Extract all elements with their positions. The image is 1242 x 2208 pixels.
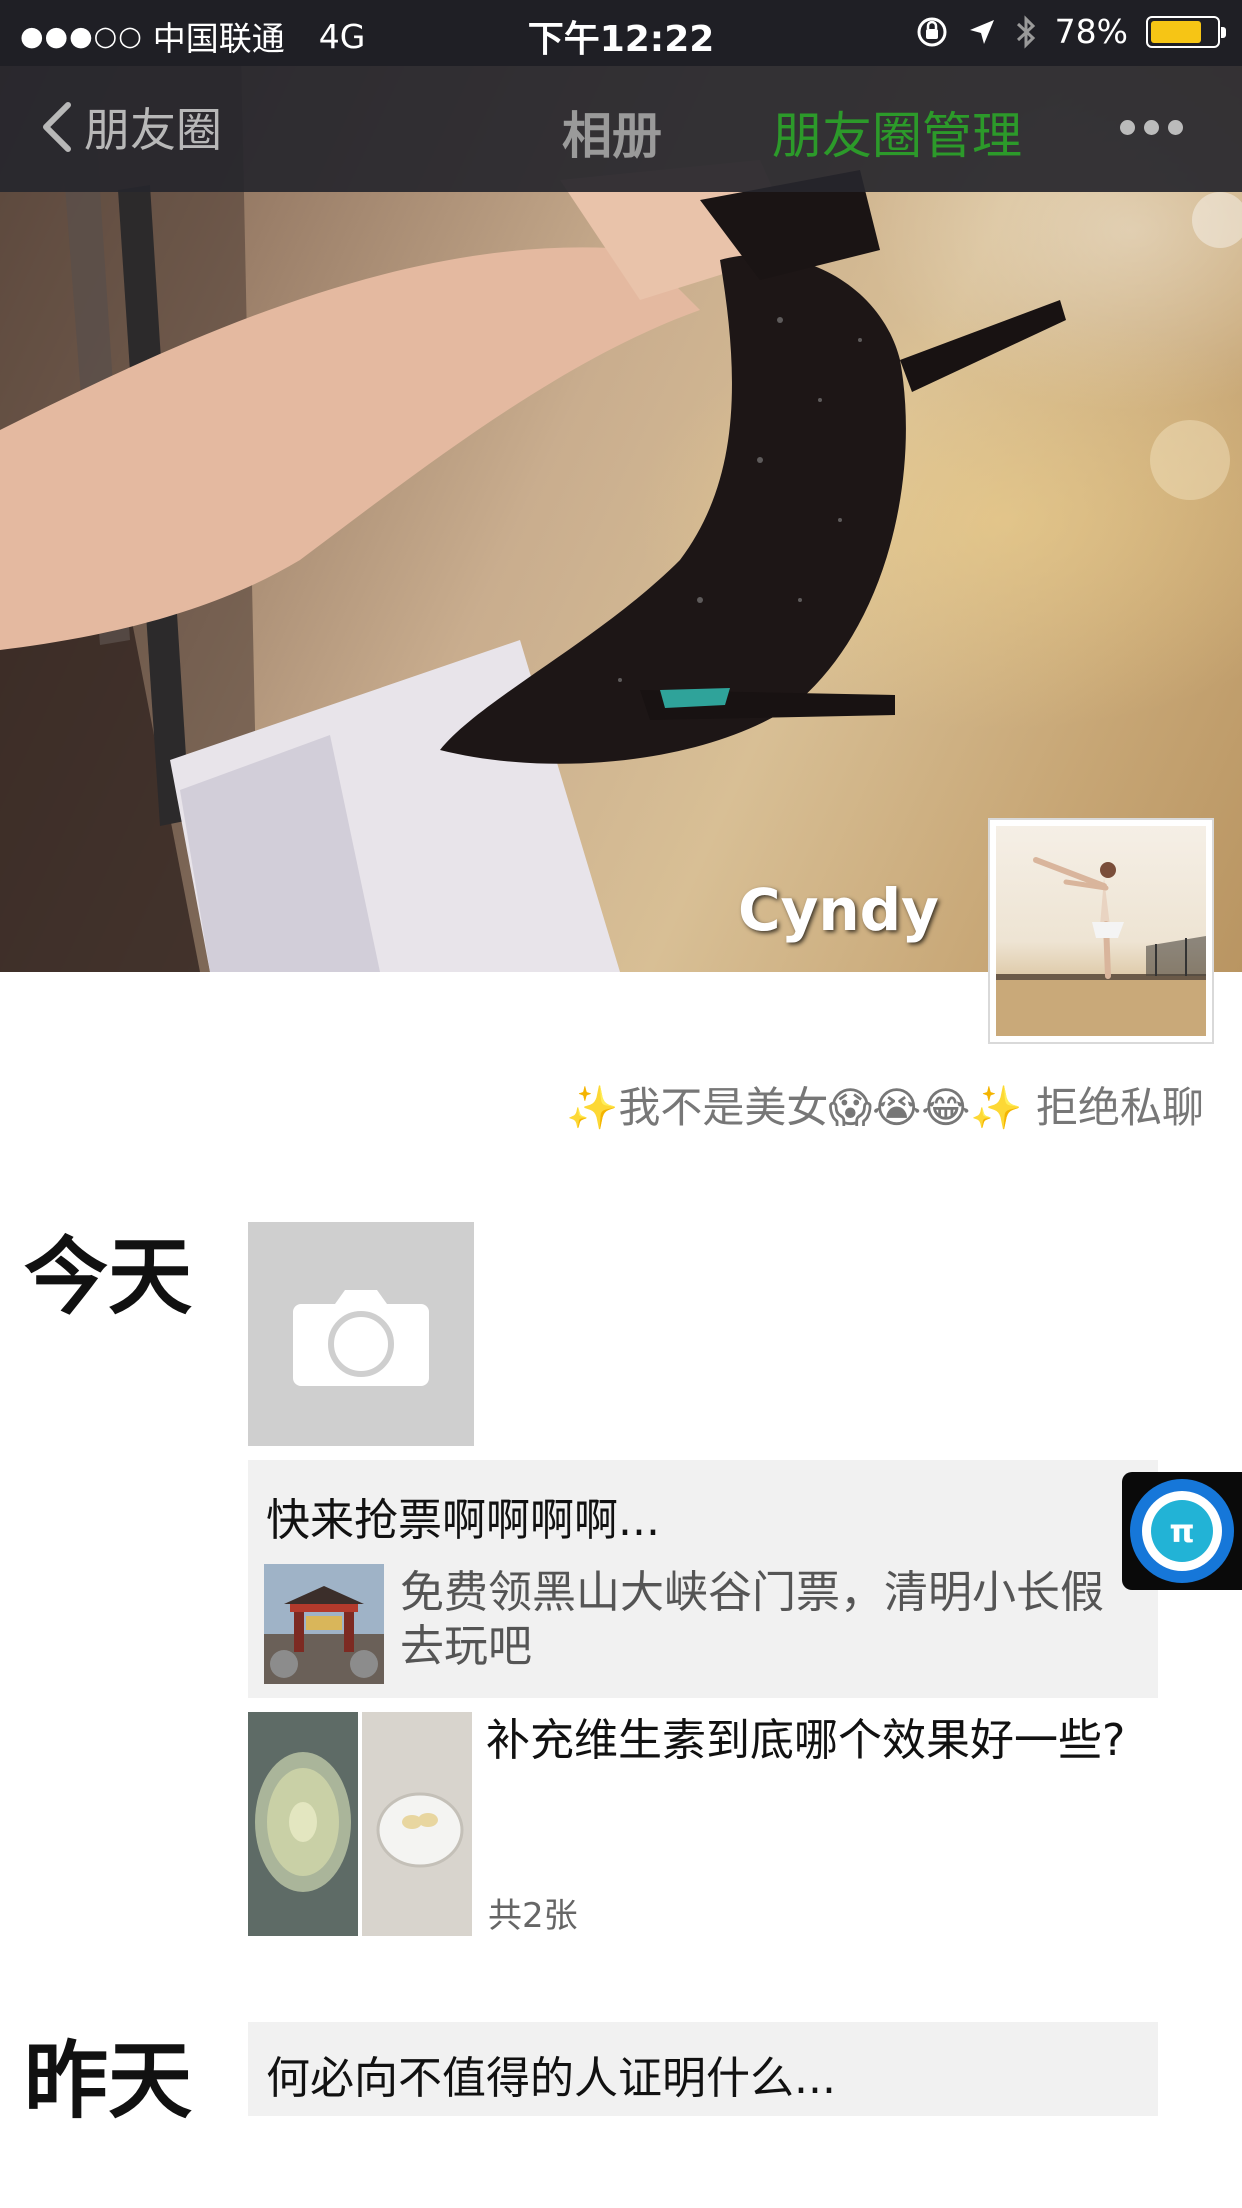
signature-text-2: 拒绝私聊 (1035, 1083, 1204, 1132)
chevron-left-icon (43, 102, 71, 152)
location-icon (969, 19, 994, 44)
sparkles-emoji: ✨ (566, 1083, 619, 1132)
shared-link-post[interactable]: 快来抢票啊啊啊啊... 免费领黑山大峡谷门票，清明小长假去玩吧 (248, 1460, 1158, 1698)
avatar-image (996, 857, 1206, 1036)
new-post-camera-button[interactable] (248, 1222, 474, 1446)
post-text: 何必向不值得的人证明什么... (266, 2053, 836, 2104)
post-photo-1 (248, 1712, 358, 1936)
screaming-emoji: 😱 (828, 1083, 873, 1132)
post-text: 补充维生素到底哪个效果好一些? (486, 1715, 1126, 1766)
status-bar: ●●●○○ 中国联通 4G 下午12:22 78% (0, 0, 1242, 66)
link-thumbnail (264, 1564, 384, 1684)
avatar[interactable] (988, 818, 1214, 1044)
link-title: 免费领黑山大峡谷门票，清明小长假去玩吧 (400, 1567, 1104, 1672)
orientation-lock-icon (917, 17, 947, 46)
date-label-today: 今天 (24, 1228, 193, 1326)
battery-percent: 78% (1054, 12, 1128, 51)
laughing-emoji: 😂 (921, 1083, 971, 1132)
back-button[interactable]: 朋友圈 (38, 94, 222, 160)
photo-count: 共2张 (488, 1896, 578, 1936)
photo-post[interactable]: 补充维生素到底哪个效果好一些? 共2张 (248, 1712, 1158, 1936)
nav-bar: 朋友圈 相册 朋友圈管理 (0, 66, 1242, 192)
camera-icon (293, 1290, 429, 1386)
profile-signature: ✨我不是美女😱😭😂✨ 拒绝私聊 (566, 1074, 1204, 1135)
profile-name: Cyndy (738, 876, 939, 944)
moments-manage-button[interactable]: 朋友圈管理 (772, 96, 1022, 168)
floating-assistant-button[interactable]: π (1122, 1472, 1242, 1590)
date-label-yesterday: 昨天 (24, 2032, 193, 2130)
more-icon[interactable] (1120, 120, 1183, 135)
page-title: 相册 (562, 107, 662, 165)
battery-icon (1146, 15, 1226, 48)
back-label: 朋友圈 (84, 103, 222, 157)
post-text: 快来抢票啊啊啊啊... (266, 1495, 660, 1546)
signature-text-1: 我不是美女 (618, 1083, 829, 1132)
post-photo-2 (362, 1712, 472, 1936)
crying-emoji: 😭 (872, 1083, 922, 1132)
bluetooth-icon (1016, 14, 1035, 49)
text-post[interactable]: 何必向不值得的人证明什么... (248, 2022, 1158, 2116)
battery-fill (1151, 20, 1201, 43)
pi-icon: π (1151, 1500, 1213, 1562)
sparkles-emoji: ✨ (970, 1083, 1023, 1132)
